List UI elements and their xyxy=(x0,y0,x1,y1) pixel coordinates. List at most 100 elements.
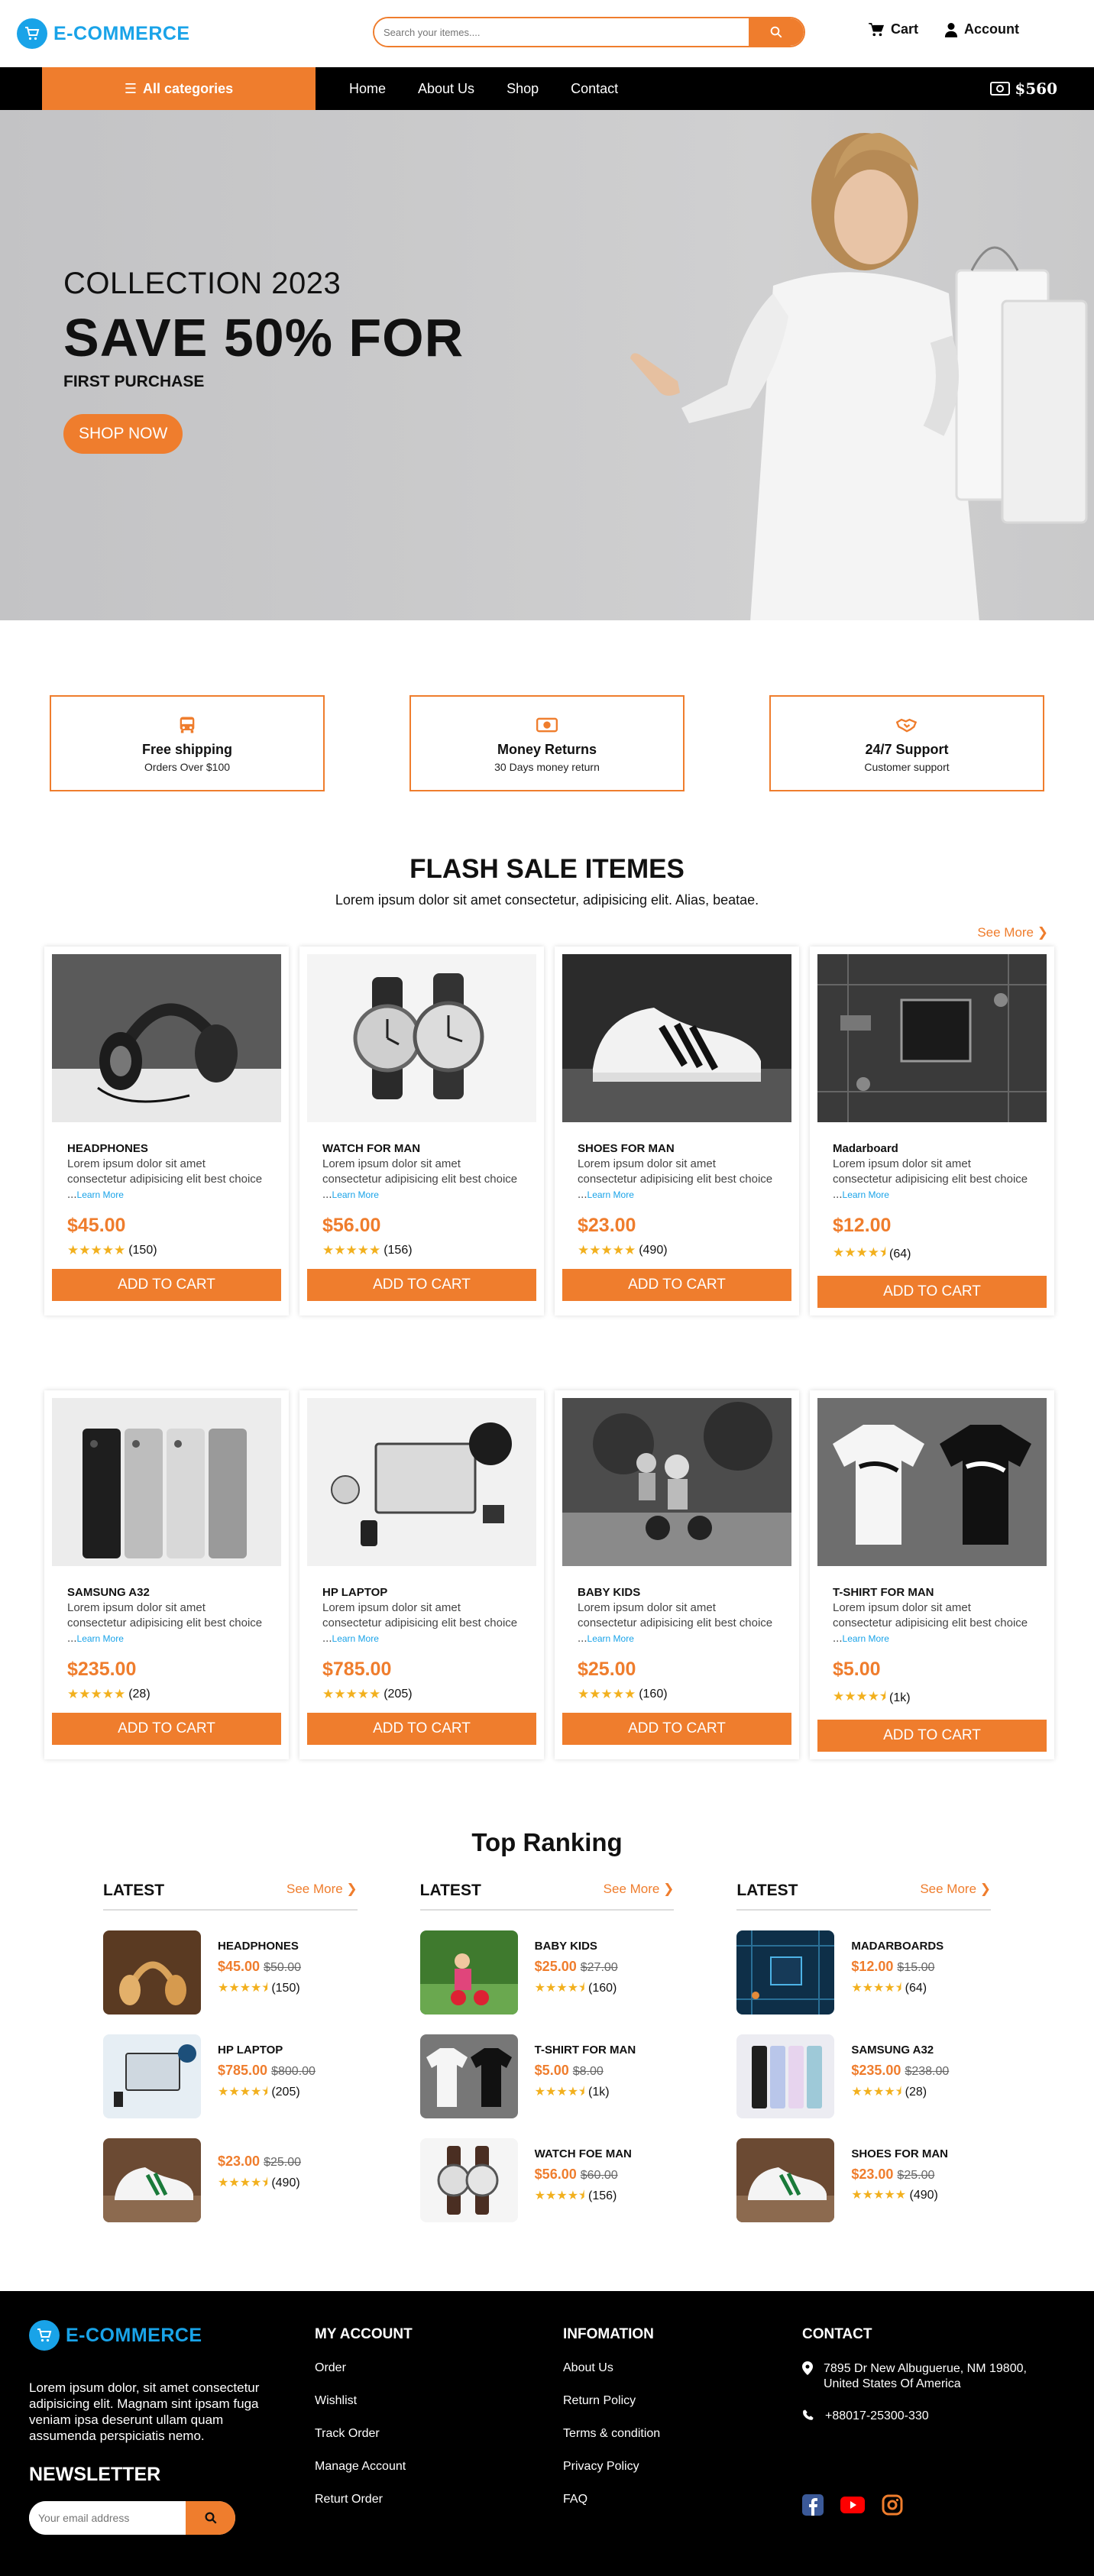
footer-info-column: INFOMATION About Us Return Policy Terms … xyxy=(563,2326,660,2526)
header: E-COMMERCE Cart Account xyxy=(0,0,1094,67)
rating-stars: ★★★★★ (490) xyxy=(562,1243,791,1258)
see-more-label: See More xyxy=(286,1882,343,1896)
ranking-item[interactable]: $23.00 $25.00 ★★★★⯨ (490) xyxy=(103,2138,358,2222)
nav-home[interactable]: Home xyxy=(349,81,386,97)
hero-banner: COLLECTION 2023 SAVE 50% FOR FIRST PURCH… xyxy=(0,110,1094,620)
nav-about[interactable]: About Us xyxy=(418,81,474,97)
samsung-image[interactable] xyxy=(52,1398,281,1566)
rating-stars: ★★★★⯨ (28) xyxy=(851,2083,949,2104)
footer-link-privacy[interactable]: Privacy Policy xyxy=(563,2460,660,2474)
headphones-image[interactable] xyxy=(52,954,281,1122)
add-to-cart-button[interactable]: ADD TO CART xyxy=(307,1269,536,1301)
see-more-link[interactable]: See More ❯ xyxy=(604,1882,675,1900)
learn-more-link[interactable]: Learn More xyxy=(77,1633,124,1644)
cart-label: Cart xyxy=(890,21,918,37)
footer-info-title: INFOMATION xyxy=(563,2326,654,2342)
add-to-cart-button[interactable]: ADD TO CART xyxy=(817,1720,1047,1752)
product-desc: Lorem ipsum dolor sit amet consectetur a… xyxy=(817,1600,1047,1646)
learn-more-link[interactable]: Learn More xyxy=(332,1189,379,1200)
footer-link-terms[interactable]: Terms & condition xyxy=(563,2427,660,2441)
tshirt-image[interactable] xyxy=(817,1398,1047,1566)
facebook-icon[interactable] xyxy=(802,2494,824,2519)
ranking-price: $5.00 xyxy=(534,2063,569,2078)
learn-more-link[interactable]: Learn More xyxy=(843,1633,889,1644)
ranking-item[interactable]: SAMSUNG A32 $235.00 $238.00 ★★★★⯨ (28) xyxy=(736,2034,991,2118)
nav-shop[interactable]: Shop xyxy=(507,81,539,97)
ranking-item[interactable]: BABY KIDS $25.00 $27.00 ★★★★⯨ (160) xyxy=(419,1930,675,2015)
baby-kids-image[interactable] xyxy=(562,1398,791,1566)
learn-more-link[interactable]: Learn More xyxy=(587,1633,634,1644)
ranking-item[interactable]: SHOES FOR MAN $23.00 $25.00 ★★★★★ (490) xyxy=(736,2138,991,2222)
newsletter-submit-button[interactable] xyxy=(186,2501,235,2535)
account-link[interactable]: Account xyxy=(944,21,1019,37)
learn-more-link[interactable]: Learn More xyxy=(332,1633,379,1644)
product-name: SAMSUNG A32 xyxy=(67,1586,150,1599)
ranking-price: $45.00 xyxy=(218,1959,261,1974)
footer-link-return-policy[interactable]: Return Policy xyxy=(563,2394,660,2408)
ranking-item[interactable]: WATCH FOE MAN $56.00 $60.00 ★★★★⯨ (156) xyxy=(419,2138,675,2222)
footer-contact-column: CONTACT 7895 Dr New Albuguerue, NM 19800… xyxy=(802,2326,1062,2442)
ranking-item[interactable]: HP LAPTOP $785.00 $800.00 ★★★★⯨ (205) xyxy=(103,2034,358,2118)
youtube-icon[interactable] xyxy=(840,2494,865,2519)
ranking-name: HEADPHONES xyxy=(218,1940,299,1953)
add-to-cart-button[interactable]: ADD TO CART xyxy=(307,1713,536,1745)
cart-link[interactable]: Cart xyxy=(868,21,918,37)
instagram-icon[interactable] xyxy=(882,2494,903,2519)
learn-more-link[interactable]: Learn More xyxy=(587,1189,634,1200)
learn-more-link[interactable]: Learn More xyxy=(77,1189,124,1200)
star-icons: ★★★★⯨ xyxy=(534,2086,585,2099)
ranking-item[interactable]: HEADPHONES $45.00 $50.00 ★★★★⯨ (150) xyxy=(103,1930,358,2015)
search-icon xyxy=(205,2512,217,2524)
ranking-name: T-SHIRT FOR MAN xyxy=(534,2044,636,2057)
shop-now-button[interactable]: SHOP NOW xyxy=(63,414,183,454)
search-button[interactable] xyxy=(749,18,804,46)
all-categories-button[interactable]: ☰ All categories xyxy=(42,67,316,110)
product-price: $785.00 xyxy=(322,1659,392,1680)
search-input[interactable] xyxy=(374,18,749,46)
star-icons: ★★★★★ xyxy=(67,1243,126,1257)
hero-tagline: FIRST PURCHASE xyxy=(63,373,205,390)
product-card: BABY KIDS Lorem ipsum dolor sit amet con… xyxy=(555,1390,799,1759)
ranking-price: $12.00 xyxy=(851,1959,894,1974)
watch-image[interactable] xyxy=(307,954,536,1122)
hero-woman-image xyxy=(630,133,1088,620)
footer-link-faq[interactable]: FAQ xyxy=(563,2493,660,2506)
logo[interactable]: E-COMMERCE xyxy=(17,18,190,49)
learn-more-link[interactable]: Learn More xyxy=(843,1189,889,1200)
service-money-returns: Money Returns 30 Days money return xyxy=(409,695,685,791)
ranking-item[interactable]: T-SHIRT FOR MAN $5.00 $8.00 ★★★★⯨ (1k) xyxy=(419,2034,675,2118)
footer-link-about[interactable]: About Us xyxy=(563,2361,660,2375)
star-icons: ★★★★★ xyxy=(322,1687,381,1701)
laptop-image[interactable] xyxy=(307,1398,536,1566)
hero-title: SAVE 50% FOR xyxy=(63,308,464,367)
ranking-item[interactable]: MADARBOARDS $12.00 $15.00 ★★★★⯨ (64) xyxy=(736,1930,991,2015)
footer-link-manage-account[interactable]: Manage Account xyxy=(315,2460,413,2474)
footer-link-order[interactable]: Order xyxy=(315,2361,413,2375)
phone-icon xyxy=(802,2409,814,2426)
motherboard-image[interactable] xyxy=(817,954,1047,1122)
see-more-link[interactable]: See More ❯ xyxy=(920,1882,991,1900)
add-to-cart-button[interactable]: ADD TO CART xyxy=(562,1713,791,1745)
footer-link-track-order[interactable]: Track Order xyxy=(315,2427,413,2441)
see-more-link[interactable]: See More ❯ xyxy=(286,1882,358,1900)
product-name: HEADPHONES xyxy=(67,1142,148,1155)
nav-contact[interactable]: Contact xyxy=(571,81,618,97)
add-to-cart-button[interactable]: ADD TO CART xyxy=(562,1269,791,1301)
rating-stars: ★★★★⯨ (205) xyxy=(218,2083,316,2104)
wallet-balance[interactable]: $560 xyxy=(990,79,1057,98)
add-to-cart-button[interactable]: ADD TO CART xyxy=(52,1713,281,1745)
product-price: $45.00 xyxy=(67,1215,126,1236)
rating-count: (156) xyxy=(384,1244,413,1257)
add-to-cart-button[interactable]: ADD TO CART xyxy=(817,1276,1047,1308)
account-label: Account xyxy=(964,21,1019,37)
add-to-cart-button[interactable]: ADD TO CART xyxy=(52,1269,281,1301)
footer-logo[interactable]: E-COMMERCE xyxy=(29,2320,274,2351)
money-bill-icon xyxy=(990,82,1011,95)
newsletter-email-input[interactable] xyxy=(29,2501,186,2535)
product-card: WATCH FOR MAN Lorem ipsum dolor sit amet… xyxy=(299,947,544,1316)
footer-link-return-order[interactable]: Returt Order xyxy=(315,2493,413,2506)
footer-link-wishlist[interactable]: Wishlist xyxy=(315,2394,413,2408)
shoes-image[interactable] xyxy=(562,954,791,1122)
rating-stars: ★★★★★ (28) xyxy=(52,1687,281,1702)
see-more-link[interactable]: See More ❯ xyxy=(0,925,1094,940)
